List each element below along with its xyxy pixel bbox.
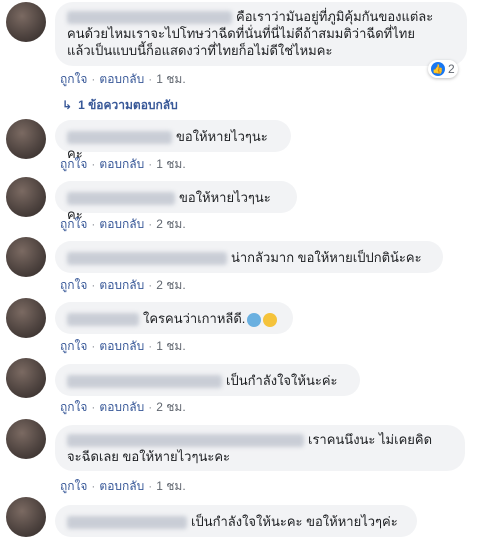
like-button[interactable]: ถูกใจ: [60, 278, 87, 292]
view-replies-link[interactable]: ↳ 1 ข้อความตอบกลับ: [62, 96, 178, 115]
timestamp[interactable]: 2 ชม.: [156, 278, 185, 292]
reply-button[interactable]: ตอบกลับ: [99, 339, 144, 353]
comment-actions: ถูกใจ · ตอบกลับ · 1 ชม.: [60, 157, 186, 171]
avatar[interactable]: [6, 497, 46, 537]
commenter-name[interactable]: [67, 516, 187, 530]
commenter-name[interactable]: [67, 11, 232, 25]
comment-text: ใครคนว่าเกาหลีดี.: [143, 311, 246, 326]
comment-bubble: เป็นกำลังใจให้นะคะ ขอให้หายไวๆค่ะ: [55, 505, 417, 537]
reply-arrow-icon: ↳: [62, 98, 73, 112]
comment-bubble: ขอให้หายไวๆนะคะ: [55, 120, 291, 161]
commenter-name[interactable]: [67, 192, 175, 206]
comment-actions: ถูกใจ · ตอบกลับ · 2 ชม.: [60, 278, 186, 292]
avatar[interactable]: [6, 298, 46, 338]
comment-actions: ถูกใจ · ตอบกลับ · 2 ชม.: [60, 217, 186, 231]
comment-bubble: เราคนนึงนะ ไม่เคยคิด จะฉีดเลย ขอให้หายไว…: [55, 425, 465, 471]
timestamp[interactable]: 2 ชม.: [156, 400, 185, 414]
timestamp[interactable]: 1 ชม.: [156, 339, 185, 353]
comment-text-line-3: แล้วเป็นแบบนี้ก็อแสดงว่าที่ไทยก็อไม่ดีใช…: [67, 43, 333, 58]
reaction-count[interactable]: 👍 2: [428, 60, 458, 78]
commenter-name[interactable]: [67, 131, 172, 145]
avatar[interactable]: [6, 177, 46, 217]
comment-bubble: คือเราว่ามันอยู่ที่ภูมิคุ้มกันของแต่ละ ค…: [55, 2, 467, 66]
avatar[interactable]: [6, 2, 46, 42]
comment-bubble: เป็นกำลังใจให้นะค่ะ: [55, 364, 360, 396]
reply-button[interactable]: ตอบกลับ: [99, 72, 144, 86]
timestamp[interactable]: 1 ชม.: [156, 72, 185, 86]
commenter-name[interactable]: [67, 252, 227, 266]
comment-text-line-1: เราคนนึงนะ ไม่เคยคิด: [308, 432, 433, 447]
comment-text-line-1: คือเราว่ามันอยู่ที่ภูมิคุ้มกันของแต่ละ: [236, 9, 434, 24]
timestamp[interactable]: 2 ชม.: [156, 217, 185, 231]
commenter-name[interactable]: [67, 313, 139, 327]
comment-text-line-2: คนด้วยไหมเราจะไปโทษว่าฉีดที่นั่นที่นี่ไม…: [67, 26, 415, 41]
commenter-name[interactable]: [67, 375, 222, 389]
comment-actions: ถูกใจ · ตอบกลับ · 2 ชม.: [60, 400, 186, 414]
like-button[interactable]: ถูกใจ: [60, 157, 87, 171]
avatar[interactable]: [6, 358, 46, 398]
cold-face-emoji-icon: [247, 312, 262, 327]
timestamp[interactable]: 1 ชม.: [156, 157, 185, 171]
comment-bubble: ใครคนว่าเกาหลีดี.: [55, 302, 293, 334]
avatar[interactable]: [6, 119, 46, 159]
like-button[interactable]: ถูกใจ: [60, 400, 87, 414]
comment-bubble: ขอให้หายไวๆนะคะ: [55, 181, 297, 222]
avatar[interactable]: [6, 237, 46, 277]
comment-text: เป็นกำลังใจให้นะคะ ขอให้หายไวๆค่ะ: [191, 514, 398, 529]
reply-button[interactable]: ตอบกลับ: [99, 278, 144, 292]
crying-face-emoji-icon: [263, 312, 278, 327]
like-button[interactable]: ถูกใจ: [60, 479, 87, 493]
comment-actions: ถูกใจ · ตอบกลับ · 1 ชม.: [60, 479, 186, 493]
reply-button[interactable]: ตอบกลับ: [99, 479, 144, 493]
comment-actions: ถูกใจ · ตอบกลับ · 1 ชม.: [60, 72, 186, 86]
thumbs-up-icon: 👍: [431, 62, 445, 76]
like-button[interactable]: ถูกใจ: [60, 339, 87, 353]
comment-text: น่ากลัวมาก ขอให้หายเป็ปกติน้ะคะ: [231, 250, 422, 265]
timestamp[interactable]: 1 ชม.: [156, 479, 185, 493]
reply-button[interactable]: ตอบกลับ: [99, 217, 144, 231]
reply-button[interactable]: ตอบกลับ: [99, 157, 144, 171]
commenter-name[interactable]: [67, 434, 304, 448]
comment-bubble: น่ากลัวมาก ขอให้หายเป็ปกติน้ะคะ: [55, 241, 443, 273]
like-button[interactable]: ถูกใจ: [60, 217, 87, 231]
comment-text-line-2: จะฉีดเลย ขอให้หายไวๆนะคะ: [67, 449, 231, 464]
reply-button[interactable]: ตอบกลับ: [99, 400, 144, 414]
comment-actions: ถูกใจ · ตอบกลับ · 1 ชม.: [60, 339, 186, 353]
avatar[interactable]: [6, 419, 46, 459]
like-button[interactable]: ถูกใจ: [60, 72, 87, 86]
comment-text: เป็นกำลังใจให้นะค่ะ: [226, 373, 338, 388]
